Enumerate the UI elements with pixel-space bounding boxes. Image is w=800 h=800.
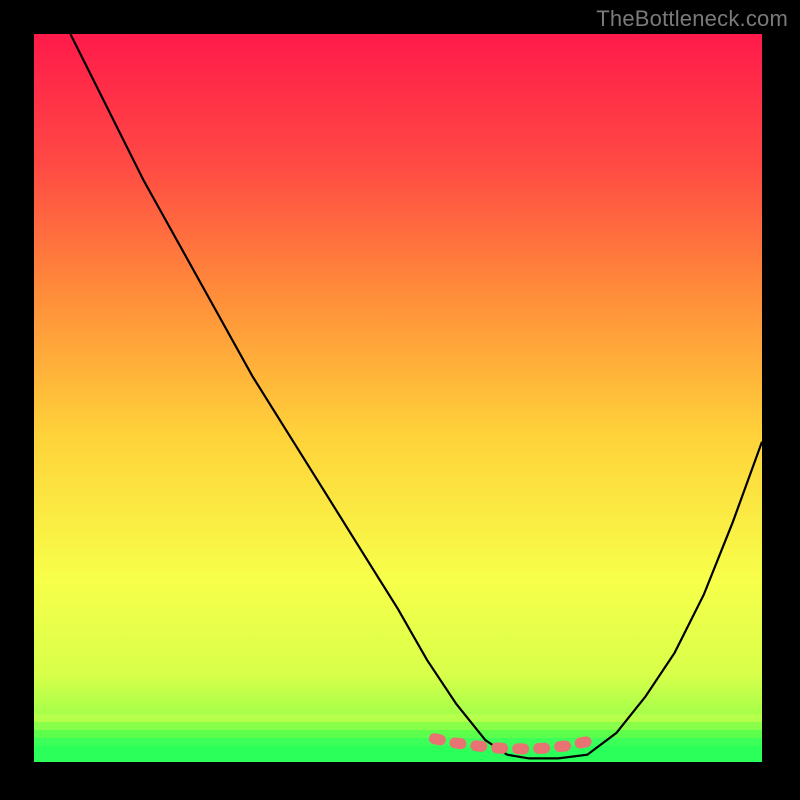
watermark-text: TheBottleneck.com	[596, 6, 788, 32]
plot-area	[34, 34, 762, 762]
chart-container: TheBottleneck.com	[0, 0, 800, 800]
bottom-bands	[34, 714, 762, 762]
gradient-background	[34, 34, 762, 762]
chart-svg	[34, 34, 762, 762]
